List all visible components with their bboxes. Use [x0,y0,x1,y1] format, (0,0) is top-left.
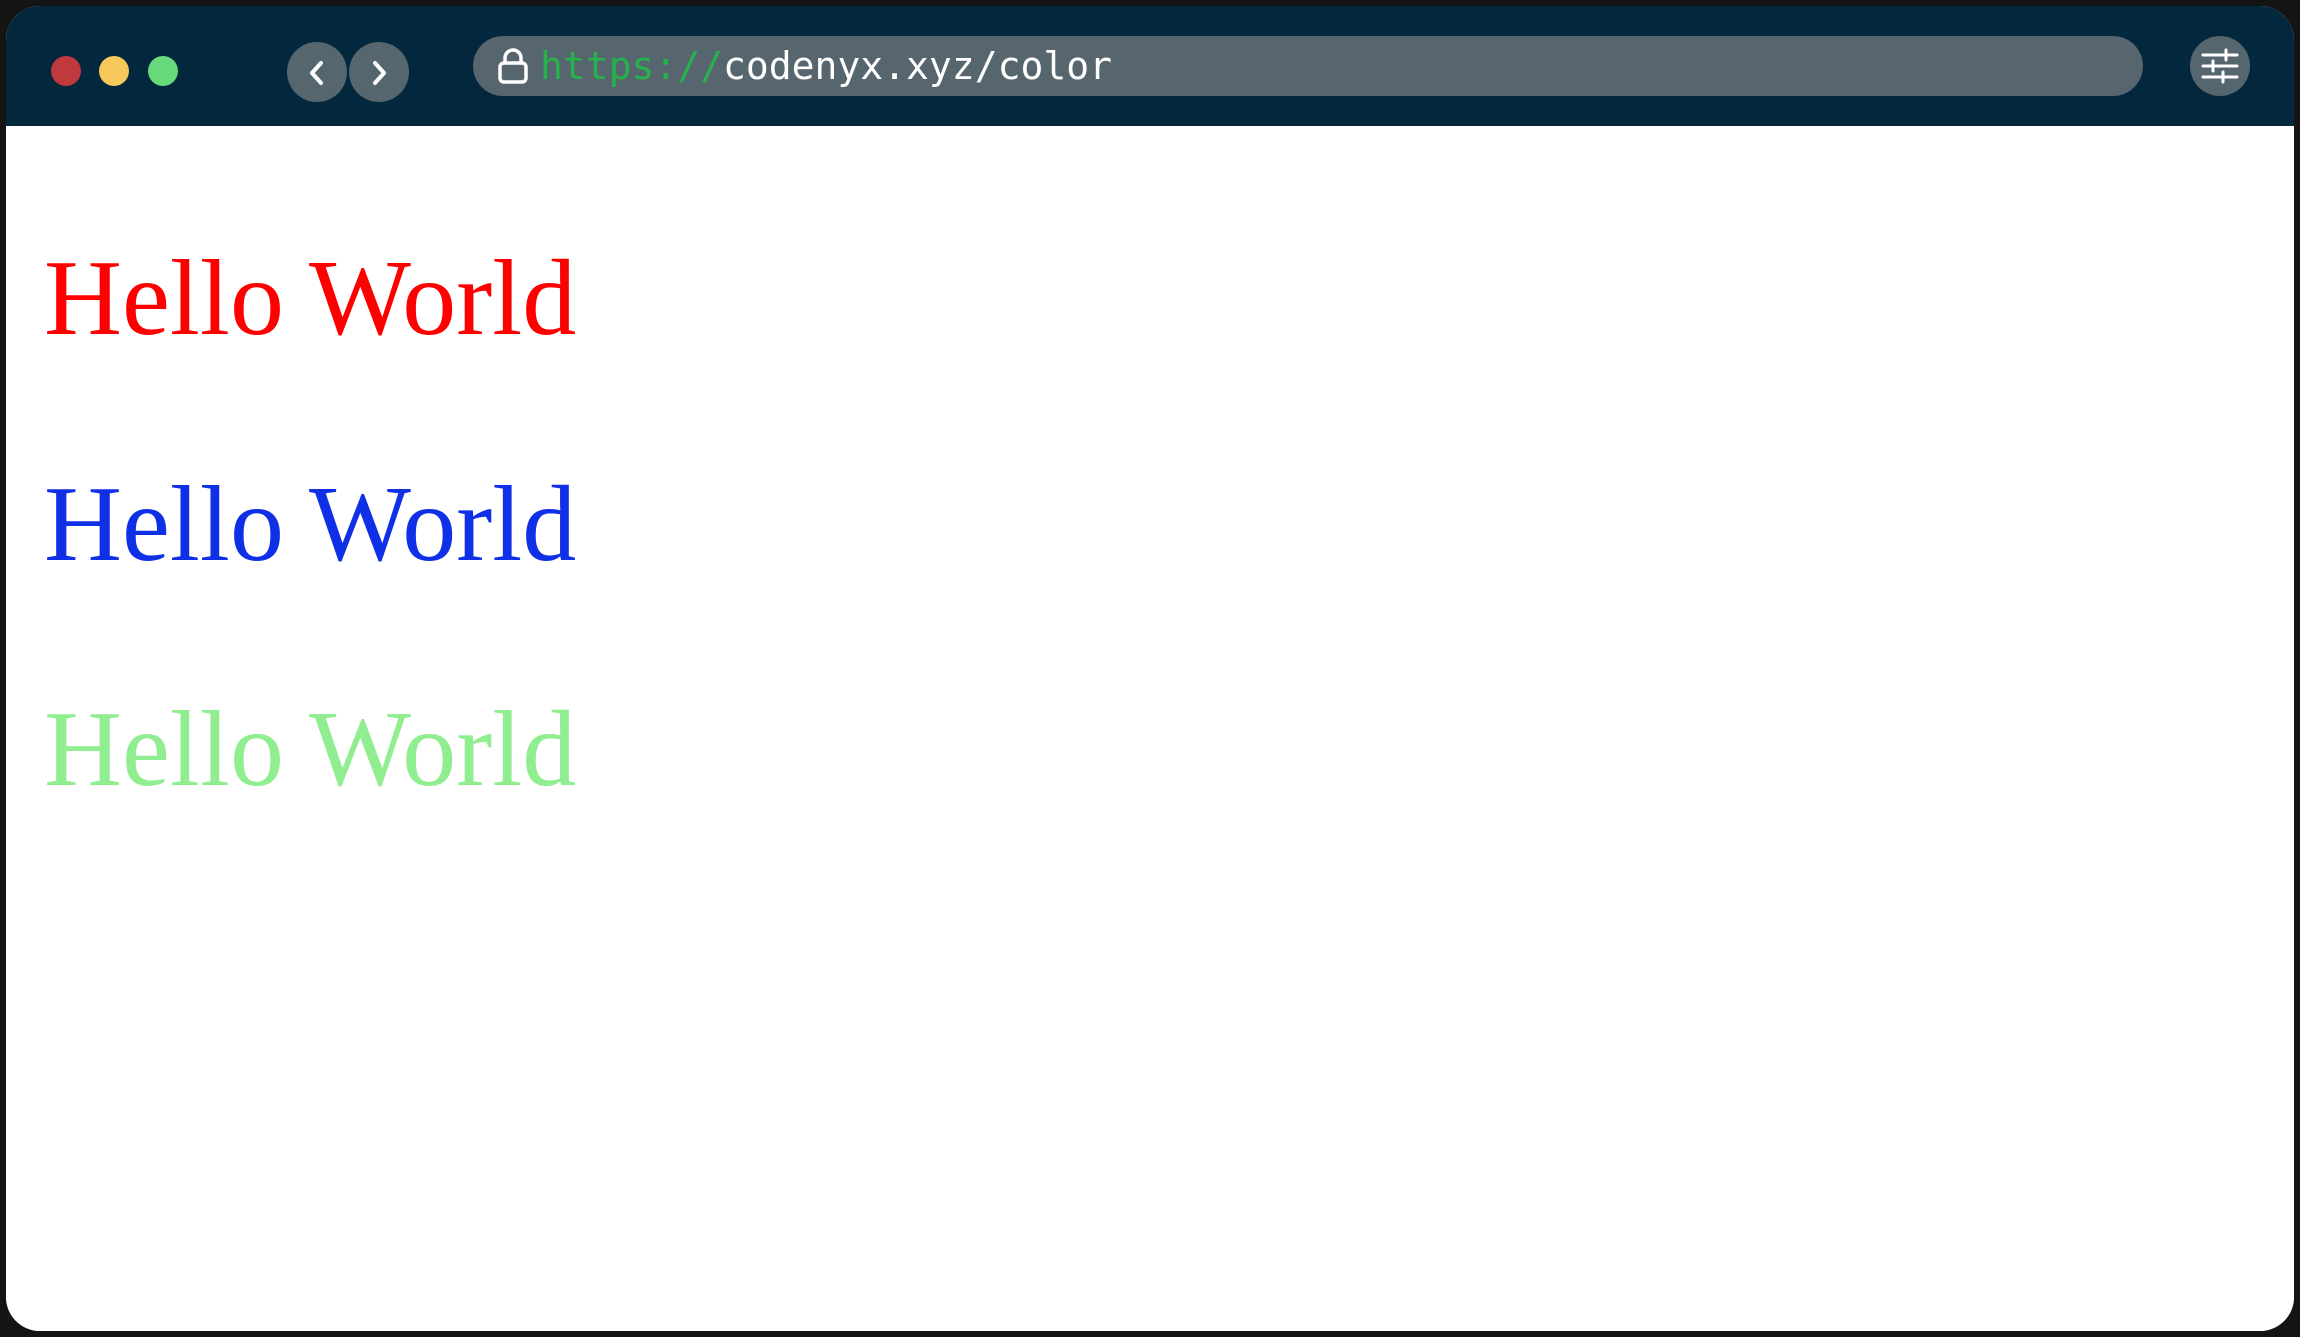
chevron-right-icon [373,61,386,85]
minimize-window-button[interactable] [99,56,129,86]
hello-world-lightgreen: Hello World [44,690,577,809]
browser-toolbar: https://codenyx.xyz/color [6,6,2294,126]
hello-world-red: Hello World [44,239,577,358]
hello-world-blue: Hello World [44,465,577,584]
chevron-left-icon [310,61,323,85]
page-content: Hello World Hello World Hello World [6,126,2294,1331]
url-host-path: codenyx.xyz/color [723,44,1112,88]
forward-button[interactable] [349,42,409,102]
close-window-button[interactable] [51,56,81,86]
browser-window: https://codenyx.xyz/color Hello World He… [6,6,2294,1331]
sliders-icon [2201,48,2239,84]
back-button[interactable] [287,42,347,102]
lock-icon [498,48,528,84]
address-bar[interactable]: https://codenyx.xyz/color [473,36,2143,96]
url-text: https://codenyx.xyz/color [540,36,1112,96]
settings-button[interactable] [2190,36,2250,96]
url-scheme: https:// [540,44,724,88]
maximize-window-button[interactable] [148,56,178,86]
